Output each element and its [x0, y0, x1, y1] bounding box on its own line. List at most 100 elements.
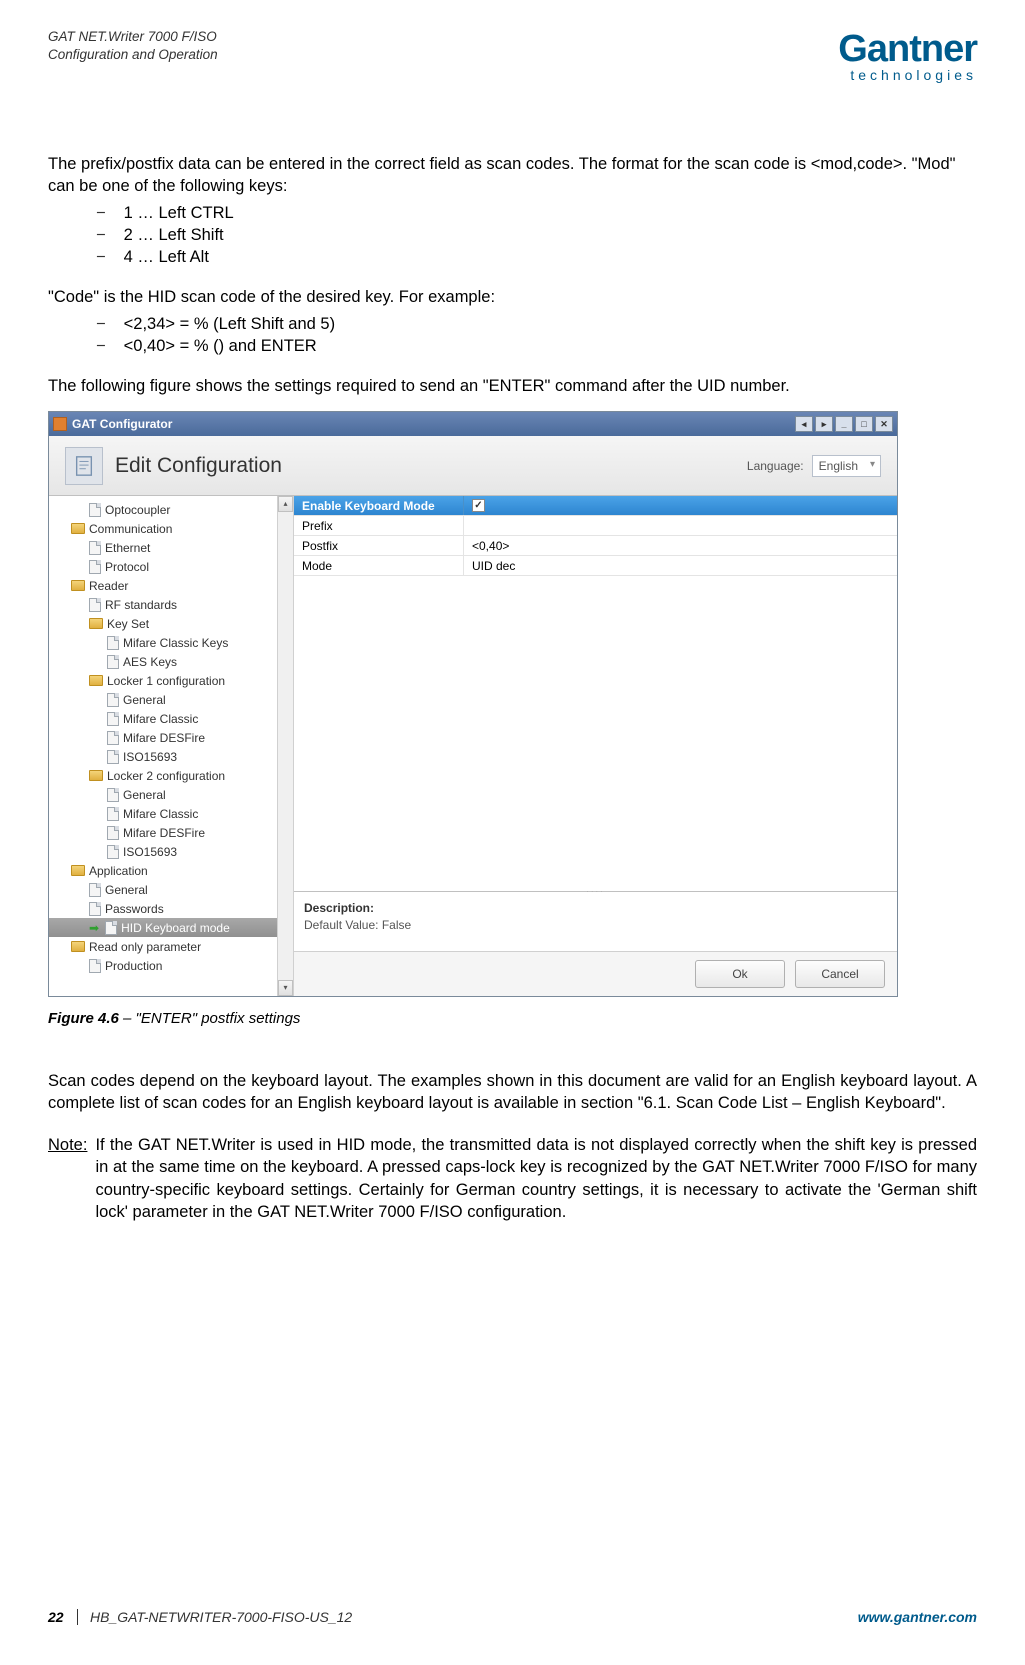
folder-icon [71, 580, 85, 591]
tree-item[interactable]: Mifare Classic Keys [49, 633, 293, 652]
tree-item-label: Production [105, 958, 162, 974]
language-selector-group: Language: English [747, 455, 881, 477]
window-controls: ◂ ▸ _ □ ✕ [795, 416, 893, 432]
tree-item[interactable]: Optocoupler [49, 500, 293, 519]
splitter-handle[interactable] [576, 888, 616, 895]
folder-icon [89, 770, 103, 781]
property-row[interactable]: Postfix<0,40> [294, 536, 897, 556]
list-item: 1 … Left CTRL [96, 202, 977, 224]
website-url: www.gantner.com [858, 1609, 977, 1625]
tree-item[interactable]: Locker 1 configuration [49, 671, 293, 690]
tree-item[interactable]: Reader [49, 576, 293, 595]
paragraph-figure-intro: The following figure shows the settings … [48, 375, 977, 397]
paragraph-scan-codes: Scan codes depend on the keyboard layout… [48, 1070, 977, 1115]
tree-item-label: Application [89, 863, 148, 879]
tree-item[interactable]: Mifare DESFire [49, 728, 293, 747]
tree-item[interactable]: General [49, 880, 293, 899]
tree-item[interactable]: Mifare DESFire [49, 823, 293, 842]
folder-icon [71, 865, 85, 876]
property-row[interactable]: Prefix [294, 516, 897, 536]
title-bar-left: GAT Configurator [53, 416, 172, 432]
window-title-bar[interactable]: GAT Configurator ◂ ▸ _ □ ✕ [49, 412, 897, 436]
ok-button[interactable]: Ok [695, 960, 785, 988]
file-icon [107, 750, 119, 764]
property-label: Postfix [294, 536, 464, 555]
figure-caption: Figure 4.6 – "ENTER" postfix settings [48, 1009, 977, 1029]
scroll-up-button[interactable]: ▴ [278, 496, 293, 512]
minimize-button[interactable]: _ [835, 416, 853, 432]
file-icon [89, 959, 101, 973]
property-value[interactable]: UID dec [464, 558, 897, 574]
tree-item[interactable]: Application [49, 861, 293, 880]
tree-item[interactable]: Key Set [49, 614, 293, 633]
tree-item[interactable]: Ethernet [49, 538, 293, 557]
tree-item[interactable]: RF standards [49, 595, 293, 614]
property-value[interactable]: <0,40> [464, 538, 897, 554]
tree-item-label: AES Keys [123, 654, 177, 670]
tree-item[interactable]: Production [49, 956, 293, 975]
file-icon [107, 693, 119, 707]
tree-item-label: Read only parameter [89, 939, 201, 955]
ribbon-title: Edit Configuration [115, 452, 282, 480]
mod-key-list: 1 … Left CTRL2 … Left Shift4 … Left Alt [48, 202, 977, 269]
property-label: Enable Keyboard Mode [294, 496, 464, 515]
figure-wrapper: GAT Configurator ◂ ▸ _ □ ✕ [48, 411, 977, 997]
property-value[interactable]: ✓ [464, 499, 897, 512]
tree-item[interactable]: Mifare Classic [49, 804, 293, 823]
tree-item[interactable]: Read only parameter [49, 937, 293, 956]
tree-item-label: Key Set [107, 616, 149, 632]
tree-item[interactable]: Communication [49, 519, 293, 538]
tree-scrollbar[interactable]: ▴ ▾ [277, 496, 293, 996]
close-button[interactable]: ✕ [875, 416, 893, 432]
tree-item[interactable]: General [49, 690, 293, 709]
tree-item[interactable]: Mifare Classic [49, 709, 293, 728]
body-content: The prefix/postfix data can be entered i… [48, 153, 977, 1223]
tree-item-label: Protocol [105, 559, 149, 575]
note-block: Note: If the GAT NET.Writer is used in H… [48, 1134, 977, 1223]
tree-item-label: ISO15693 [123, 844, 177, 860]
tree-item-label: HID Keyboard mode [121, 920, 230, 936]
nav-back-button[interactable]: ◂ [795, 416, 813, 432]
ribbon-toolbar: Edit Configuration Language: English [49, 436, 897, 496]
brand-logo-main: Gantner [838, 28, 977, 71]
tree-item-label: Reader [89, 578, 128, 594]
tree-item[interactable]: Locker 2 configuration [49, 766, 293, 785]
tree-item[interactable]: AES Keys [49, 652, 293, 671]
page-header: GAT NET.Writer 7000 F/ISO Configuration … [48, 28, 977, 83]
checkbox-icon[interactable]: ✓ [472, 499, 485, 512]
brand-logo: Gantner technologies [838, 28, 977, 83]
window-title: GAT Configurator [72, 416, 172, 432]
paragraph-intro: The prefix/postfix data can be entered i… [48, 153, 977, 198]
doc-title-1: GAT NET.Writer 7000 F/ISO [48, 28, 218, 46]
window-body: OptocouplerCommunicationEthernet Protocol… [49, 496, 897, 996]
tree-pane: OptocouplerCommunicationEthernet Protocol… [49, 496, 294, 996]
maximize-button[interactable]: □ [855, 416, 873, 432]
property-row[interactable]: Enable Keyboard Mode ✓ [294, 496, 897, 516]
document-lines-icon [73, 455, 95, 477]
property-row[interactable]: ModeUID dec [294, 556, 897, 576]
file-icon [107, 731, 119, 745]
tree-item[interactable]: Protocol [49, 557, 293, 576]
cancel-button[interactable]: Cancel [795, 960, 885, 988]
paragraph-code-intro: "Code" is the HID scan code of the desir… [48, 286, 977, 308]
tree-item[interactable]: General [49, 785, 293, 804]
tree-item[interactable]: ➡HID Keyboard mode [49, 918, 293, 937]
property-grid: Enable Keyboard Mode ✓ PrefixPostfix<0,40>… [294, 496, 897, 891]
tree-item-label: Optocoupler [105, 502, 170, 518]
note-label: Note: [48, 1134, 87, 1223]
tree-item-label: ISO15693 [123, 749, 177, 765]
folder-icon [71, 941, 85, 952]
nav-fwd-button[interactable]: ▸ [815, 416, 833, 432]
document-id: HB_GAT-NETWRITER-7000-FISO-US_12 [90, 1609, 352, 1625]
folder-icon [71, 523, 85, 534]
tree-item-label: Mifare Classic [123, 806, 198, 822]
file-icon [89, 883, 101, 897]
tree-item[interactable]: Passwords [49, 899, 293, 918]
scroll-down-button[interactable]: ▾ [278, 980, 293, 996]
language-dropdown[interactable]: English [812, 455, 881, 477]
doc-title-2: Configuration and Operation [48, 46, 218, 64]
tree-item[interactable]: ISO15693 [49, 747, 293, 766]
file-icon [107, 845, 119, 859]
tree-item[interactable]: ISO15693 [49, 842, 293, 861]
note-text: If the GAT NET.Writer is used in HID mod… [95, 1134, 977, 1223]
